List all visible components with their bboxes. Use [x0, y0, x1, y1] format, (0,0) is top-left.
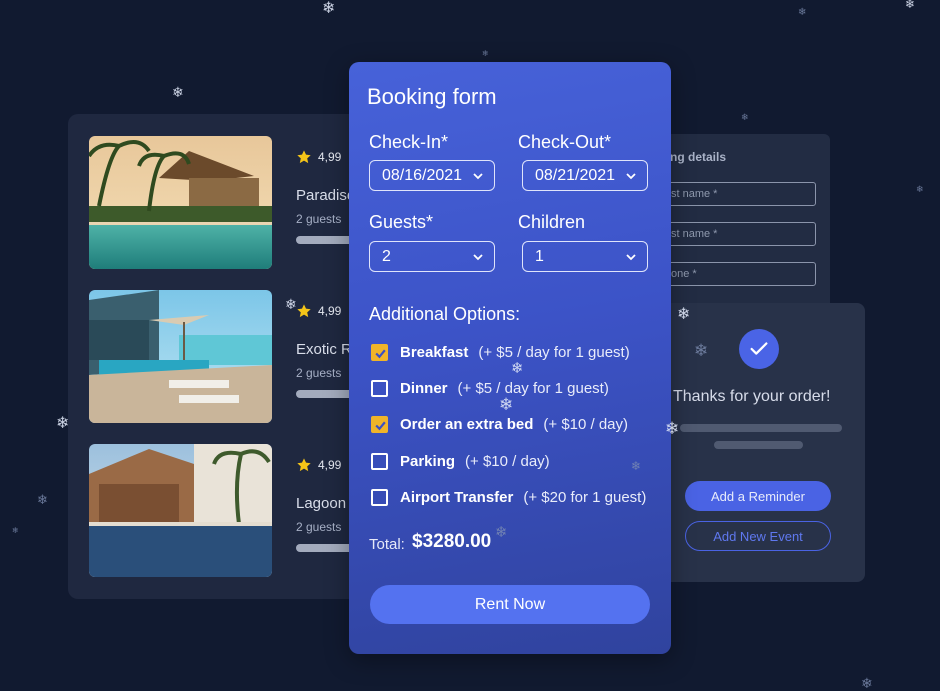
checkout-value: 08/21/2021 [535, 167, 616, 184]
checkbox-checked[interactable] [371, 343, 388, 361]
last-name-field[interactable]: st name * [660, 222, 816, 246]
snowflake-icon: ❄ [861, 676, 873, 691]
placeholder-bar [680, 424, 842, 432]
total-label: Total: [369, 536, 405, 553]
guests-select[interactable]: 2 [369, 241, 495, 272]
chevron-down-icon [473, 254, 483, 261]
checkout-label: Check-Out* [518, 132, 612, 152]
option-price: (+ $10 / day) [465, 452, 550, 470]
star-icon [297, 458, 311, 472]
placeholder-bar [296, 390, 356, 398]
snowflake-icon: ❄ [905, 0, 916, 11]
option-breakfast[interactable]: Breakfast (+ $5 / day for 1 guest) [371, 341, 630, 363]
star-icon [297, 150, 311, 164]
snowflake-icon: ❄ [495, 523, 508, 541]
rating: 4,99 [296, 149, 341, 165]
hotel-photo [89, 290, 272, 423]
checkbox-unchecked[interactable] [371, 488, 388, 506]
total-value: $3280.00 [412, 531, 492, 552]
options-heading: Additional Options: [369, 304, 521, 324]
snowflake-icon: ❄ [694, 341, 709, 361]
phone-field[interactable]: one * [660, 262, 816, 286]
option-parking[interactable]: Parking (+ $10 / day) [371, 450, 550, 472]
hotel-name: Paradise [296, 187, 356, 204]
confirmation-panel: Thanks for your order! Add a Reminder Ad… [640, 303, 865, 582]
panel-title: ng details [670, 150, 727, 164]
checkbox-checked[interactable] [371, 415, 388, 433]
rating-value: 4,99 [318, 458, 342, 472]
placeholder-bar [714, 441, 803, 449]
option-name: Order an extra bed [400, 415, 534, 433]
option-price: (+ $5 / day for 1 guest) [478, 343, 630, 361]
rating-value: 4,99 [318, 304, 342, 318]
checkbox-unchecked[interactable] [371, 452, 388, 470]
snowflake-icon: ❄ [631, 459, 642, 473]
snowflake-icon: ❄ [285, 297, 297, 313]
option-price: (+ $10 / day) [543, 415, 629, 433]
option-name: Parking [400, 452, 456, 470]
snowflake-icon: ❄ [37, 493, 48, 508]
checkout-select[interactable]: 08/21/2021 [522, 160, 648, 191]
checkin-value: 08/16/2021 [382, 167, 463, 184]
snowflake-icon: ❄ [12, 526, 19, 535]
chevron-down-icon [626, 254, 636, 261]
hotel-photo [89, 136, 272, 269]
children-select[interactable]: 1 [522, 241, 648, 272]
chevron-down-icon [473, 173, 483, 180]
children-label: Children [518, 212, 586, 232]
star-icon [297, 304, 311, 318]
guest-count: 2 guests [296, 366, 342, 380]
rent-now-button[interactable]: Rent Now [370, 585, 650, 624]
hotel-name: Exotic R [296, 341, 352, 358]
option-dinner[interactable]: Dinner (+ $5 / day for 1 guest) [371, 377, 609, 399]
snowflake-icon: ❄ [322, 0, 336, 17]
option-airport-transfer[interactable]: Airport Transfer (+ $20 for 1 guest) [371, 486, 646, 508]
add-new-event-button[interactable]: Add New Event [685, 521, 831, 551]
placeholder-bar [296, 236, 356, 244]
placeholder-bar [296, 544, 356, 552]
add-reminder-button[interactable]: Add a Reminder [685, 481, 831, 511]
checkin-label: Check-In* [369, 132, 449, 152]
guests-value: 2 [382, 248, 391, 265]
rating: 4,99 [296, 457, 341, 473]
option-name: Airport Transfer [400, 488, 514, 506]
guest-count: 2 guests [296, 212, 342, 226]
booking-form: Booking form Check-In* Check-Out* 08/16/… [349, 62, 671, 654]
hotel-photo [89, 444, 272, 577]
checkmark-icon [739, 329, 779, 369]
form-title: Booking form [367, 84, 497, 109]
option-price: (+ $20 for 1 guest) [523, 488, 647, 506]
first-name-field[interactable]: st name * [660, 182, 816, 206]
snowflake-icon: ❄ [741, 113, 749, 123]
option-extra-bed[interactable]: Order an extra bed (+ $10 / day) [371, 413, 628, 435]
guest-count: 2 guests [296, 520, 342, 534]
guests-label: Guests* [369, 212, 434, 232]
snowflake-icon: ❄ [677, 304, 691, 323]
snowflake-icon: ❄ [665, 419, 680, 439]
confirmation-title: Thanks for your order! [673, 388, 831, 405]
option-price: (+ $5 / day for 1 guest) [457, 379, 609, 397]
snowflake-icon: ❄ [172, 85, 184, 101]
snowflake-icon: ❄ [798, 7, 807, 18]
listing-card: 4,99 Paradise 2 guests 4,99 Exotic R 2 g… [68, 114, 368, 599]
chevron-down-icon [626, 173, 636, 180]
option-name: Dinner [400, 379, 448, 397]
snowflake-icon: ❄ [482, 49, 489, 58]
checkin-select[interactable]: 08/16/2021 [369, 160, 495, 191]
children-value: 1 [535, 248, 544, 265]
checkbox-unchecked[interactable] [371, 379, 388, 397]
snowflake-icon: ❄ [511, 359, 524, 377]
snowflake-icon: ❄ [916, 185, 924, 195]
option-name: Breakfast [400, 343, 469, 361]
hotel-name: Lagoon [296, 495, 347, 512]
rating-value: 4,99 [318, 150, 342, 164]
rating: 4,99 [296, 303, 341, 319]
snowflake-icon: ❄ [499, 395, 514, 415]
